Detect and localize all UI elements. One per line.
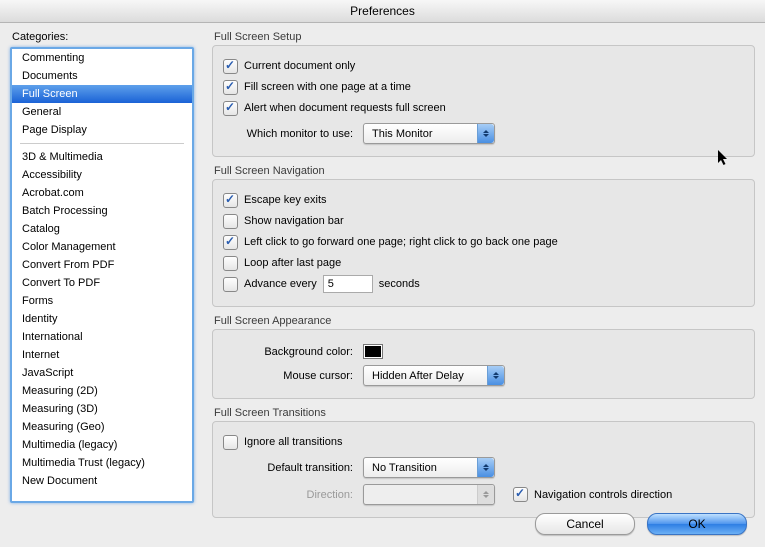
label-escape-exits: Escape key exits [244, 194, 327, 206]
group-title-appearance: Full Screen Appearance [214, 315, 755, 327]
category-item[interactable]: New Document [12, 472, 192, 490]
category-item[interactable]: Color Management [12, 238, 192, 256]
cancel-button[interactable]: Cancel [535, 513, 635, 535]
label-show-nav-bar: Show navigation bar [244, 215, 344, 227]
checkbox-show-nav-bar[interactable] [223, 214, 238, 229]
group-title-transitions: Full Screen Transitions [214, 407, 755, 419]
group-title-nav: Full Screen Navigation [214, 165, 755, 177]
checkbox-nav-controls-direction[interactable] [513, 487, 528, 502]
label-mouse-cursor: Mouse cursor: [223, 370, 353, 382]
updown-arrows-icon [487, 366, 504, 385]
category-item[interactable]: JavaScript [12, 364, 192, 382]
input-advance-seconds[interactable] [323, 275, 373, 293]
category-item[interactable]: Internet [12, 346, 192, 364]
category-item[interactable]: Documents [12, 67, 192, 85]
category-item[interactable]: Forms [12, 292, 192, 310]
category-item[interactable]: Measuring (Geo) [12, 418, 192, 436]
category-item[interactable]: Measuring (2D) [12, 382, 192, 400]
category-item[interactable]: Accessibility [12, 166, 192, 184]
checkbox-advance-every[interactable] [223, 277, 238, 292]
label-fill-one-page: Fill screen with one page at a time [244, 81, 411, 93]
updown-arrows-icon [477, 458, 494, 477]
label-nav-controls-direction: Navigation controls direction [534, 489, 672, 501]
checkbox-click-paging[interactable] [223, 235, 238, 250]
category-item[interactable]: 3D & Multimedia [12, 148, 192, 166]
select-default-transition[interactable]: No Transition [363, 457, 495, 478]
category-item[interactable]: Multimedia Trust (legacy) [12, 454, 192, 472]
select-which-monitor-value: This Monitor [364, 128, 477, 140]
checkbox-alert-request[interactable] [223, 101, 238, 116]
category-item[interactable]: Identity [12, 310, 192, 328]
category-item[interactable]: Multimedia (legacy) [12, 436, 192, 454]
category-item[interactable]: Batch Processing [12, 202, 192, 220]
button-bar: Cancel OK [535, 513, 747, 535]
category-item[interactable]: International [12, 328, 192, 346]
select-mouse-cursor[interactable]: Hidden After Delay [363, 365, 505, 386]
checkbox-escape-exits[interactable] [223, 193, 238, 208]
label-alert-request: Alert when document requests full screen [244, 102, 446, 114]
updown-arrows-icon [477, 124, 494, 143]
checkbox-ignore-transitions[interactable] [223, 435, 238, 450]
label-advance-suffix: seconds [379, 278, 420, 290]
category-item[interactable]: General [12, 103, 192, 121]
category-item[interactable]: Page Display [12, 121, 192, 139]
label-bg-color: Background color: [223, 346, 353, 358]
label-which-monitor: Which monitor to use: [223, 128, 353, 140]
category-item[interactable]: Measuring (3D) [12, 400, 192, 418]
group-setup: Current document only Fill screen with o… [212, 45, 755, 157]
category-item[interactable]: Catalog [12, 220, 192, 238]
select-which-monitor[interactable]: This Monitor [363, 123, 495, 144]
swatch-bg-color[interactable] [363, 344, 383, 359]
group-transitions: Ignore all transitions Default transitio… [212, 421, 755, 518]
updown-arrows-icon [477, 485, 494, 504]
category-item[interactable]: Full Screen [12, 85, 192, 103]
settings-panel: Full Screen Setup Current document only … [200, 31, 755, 501]
label-click-paging: Left click to go forward one page; right… [244, 236, 558, 248]
label-advance-every: Advance every [244, 278, 317, 290]
sidebar: Categories: CommentingDocumentsFull Scre… [10, 31, 200, 501]
label-default-transition: Default transition: [223, 462, 353, 474]
select-mouse-cursor-value: Hidden After Delay [364, 370, 487, 382]
label-loop-last: Loop after last page [244, 257, 341, 269]
group-nav: Escape key exits Show navigation bar Lef… [212, 179, 755, 307]
categories-label: Categories: [10, 31, 200, 43]
checkbox-current-doc-only[interactable] [223, 59, 238, 74]
group-title-setup: Full Screen Setup [214, 31, 755, 43]
window-title: Preferences [0, 0, 765, 23]
select-direction [363, 484, 495, 505]
checkbox-fill-one-page[interactable] [223, 80, 238, 95]
group-appearance: Background color: Mouse cursor: Hidden A… [212, 329, 755, 399]
categories-listbox[interactable]: CommentingDocumentsFull ScreenGeneralPag… [10, 47, 194, 503]
label-direction: Direction: [223, 489, 353, 501]
content-area: Categories: CommentingDocumentsFull Scre… [0, 23, 765, 501]
ok-button[interactable]: OK [647, 513, 747, 535]
category-separator [20, 143, 184, 144]
category-item[interactable]: Acrobat.com [12, 184, 192, 202]
checkbox-loop-last[interactable] [223, 256, 238, 271]
select-default-transition-value: No Transition [364, 462, 477, 474]
label-ignore-transitions: Ignore all transitions [244, 436, 342, 448]
category-item[interactable]: Commenting [12, 49, 192, 67]
label-current-doc-only: Current document only [244, 60, 355, 72]
category-item[interactable]: Convert From PDF [12, 256, 192, 274]
category-item[interactable]: Convert To PDF [12, 274, 192, 292]
preferences-window: Preferences Categories: CommentingDocume… [0, 0, 765, 547]
